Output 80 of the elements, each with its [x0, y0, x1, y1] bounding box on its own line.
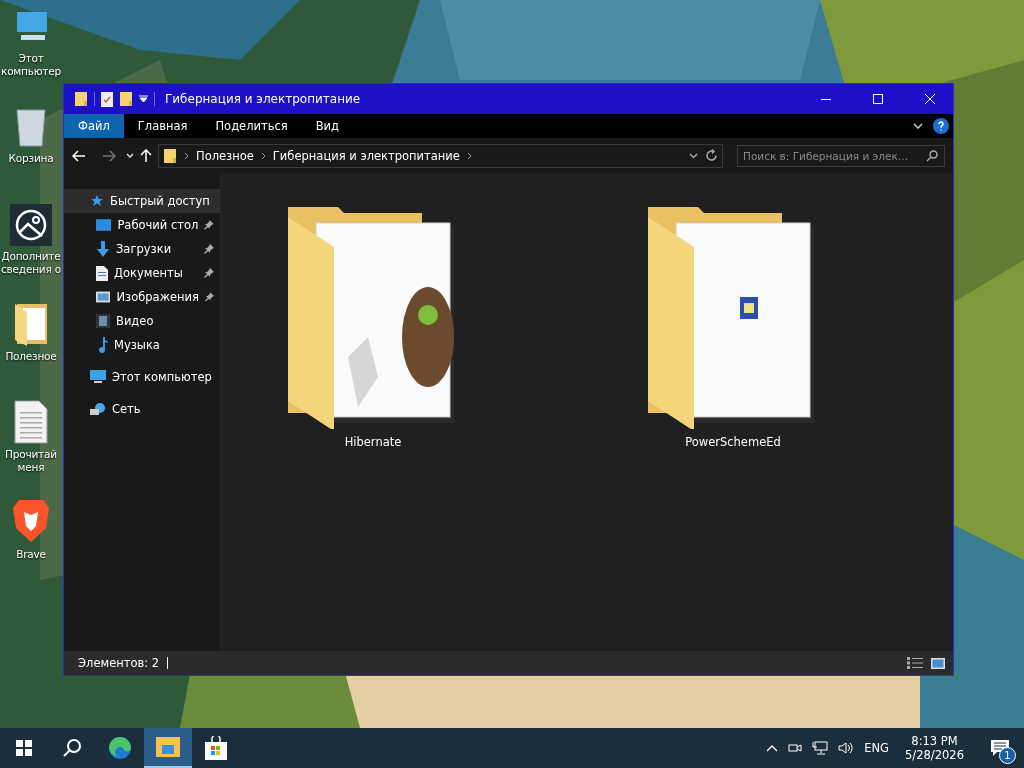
forward-arrow-icon[interactable] [102, 149, 116, 162]
search-field[interactable]: Поиск в: Гибернация и элек… [737, 144, 945, 167]
folder-icon[interactable] [13, 302, 49, 346]
monitor-icon [96, 219, 112, 231]
breadcrumb[interactable]: Гибернация и электропитание [272, 148, 460, 163]
nav-item[interactable]: Изображения [64, 285, 220, 309]
desktop-icon-label[interactable]: Этот компьютер [0, 52, 63, 78]
nav-item[interactable]: Рабочий стол [64, 213, 220, 237]
ribbon-tab[interactable]: Файл [64, 114, 124, 138]
details-view-icon[interactable] [907, 657, 923, 669]
down-arrow-icon [96, 241, 110, 257]
item-count: Элементов: 2 [78, 656, 160, 670]
ribbon-tab[interactable]: Вид [301, 114, 354, 138]
search-icon[interactable] [926, 149, 938, 162]
maximize-icon [873, 94, 883, 104]
date: 5/28/2026 [905, 748, 964, 762]
windows-logo-icon[interactable] [16, 740, 32, 756]
monitor-icon [90, 370, 106, 384]
nav-item[interactable]: Этот компьютер [64, 365, 220, 389]
back-arrow-icon[interactable] [72, 149, 86, 162]
pin-icon[interactable] [204, 244, 214, 254]
folder-icon [74, 91, 88, 107]
desktop-icon-label[interactable]: Корзина [0, 152, 63, 165]
pin-icon[interactable] [204, 220, 214, 230]
document-icon[interactable] [14, 400, 48, 444]
refresh-icon[interactable] [705, 149, 718, 162]
shopping-bag-icon[interactable] [205, 736, 227, 760]
desktop-icon-label[interactable]: Полезное [0, 350, 63, 363]
nav-item[interactable]: Быстрый доступ [64, 189, 220, 213]
clock[interactable]: 8:13 PM 5/28/2026 [899, 734, 970, 762]
nav-item[interactable]: Документы [64, 261, 220, 285]
lion-shield-icon[interactable] [11, 498, 51, 544]
ribbon-tab[interactable]: Поделиться [201, 114, 302, 138]
recycle-bin-icon[interactable] [13, 106, 49, 148]
nav-item[interactable]: Видео [64, 309, 220, 333]
star-icon [90, 194, 104, 208]
window-title: Гибернация и электропитание [165, 92, 362, 106]
ribbon-tab[interactable]: Главная [123, 114, 202, 138]
time: 8:13 PM [911, 734, 958, 748]
folder-name[interactable]: PowerSchemeEd [685, 435, 781, 449]
help-icon[interactable] [933, 118, 949, 134]
swirl-logo-icon[interactable] [108, 736, 132, 760]
network-icon[interactable] [812, 741, 829, 755]
desktop-icon-label[interactable]: Дополните сведения о [0, 250, 63, 276]
folder-name[interactable]: Hibernate [344, 435, 402, 449]
nav-item[interactable]: Сеть [64, 397, 220, 421]
camera-icon[interactable] [788, 741, 803, 755]
language-indicator[interactable]: ENG [864, 741, 890, 755]
picture-frame-icon[interactable] [10, 204, 52, 246]
pin-icon[interactable] [205, 292, 214, 302]
folder-icon [119, 91, 133, 107]
chevron-down-icon[interactable] [913, 123, 923, 129]
large-icons-view-icon[interactable] [931, 657, 945, 669]
film-icon [96, 314, 110, 328]
chevron-right-icon [466, 151, 472, 160]
pin-icon[interactable] [204, 268, 214, 278]
speaker-icon[interactable] [838, 741, 855, 755]
chevron-up-icon[interactable] [766, 744, 779, 752]
desktop-icon-label[interactable]: Brave [0, 548, 63, 561]
chevron-down-icon[interactable] [689, 152, 698, 159]
document-icon [96, 265, 108, 281]
music-note-icon [96, 337, 108, 353]
desktop-icon-label[interactable]: Прочитай меня [0, 448, 63, 474]
chevron-right-icon [260, 151, 266, 160]
minimize-icon [821, 98, 831, 100]
checklist-icon[interactable] [101, 91, 113, 107]
notification-count: 1 [999, 747, 1016, 764]
notification-button[interactable]: 1 [980, 728, 1020, 768]
chevron-right-icon [184, 151, 189, 160]
dropdown-icon[interactable] [139, 95, 148, 103]
breadcrumb[interactable]: Полезное [196, 148, 254, 163]
search-icon[interactable] [62, 738, 82, 758]
address-bar[interactable]: Полезное Гибернация и электропитание [158, 143, 723, 168]
nav-item[interactable]: Музыка [64, 333, 220, 357]
nav-item[interactable]: Загрузки [64, 237, 220, 261]
close-icon [925, 94, 935, 104]
folder-icon [163, 147, 177, 164]
image-icon [96, 291, 111, 303]
network-icon [90, 402, 106, 416]
up-arrow-icon[interactable] [140, 148, 152, 163]
